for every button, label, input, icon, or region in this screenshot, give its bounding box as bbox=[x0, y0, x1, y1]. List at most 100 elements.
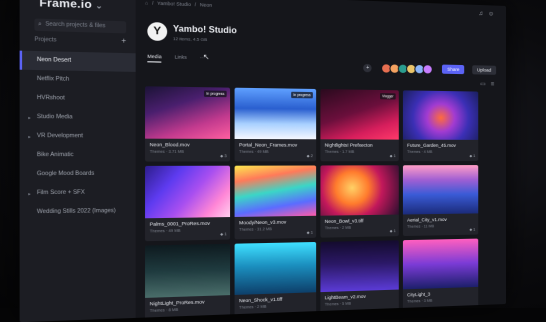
folder-icon[interactable]: ▭ bbox=[480, 82, 486, 88]
comment-count-badge: ◆ 1 bbox=[469, 227, 476, 232]
sidebar-item-label: Wedding Stills 2022 (Images) bbox=[36, 207, 116, 216]
sidebar-item[interactable]: ▸ VR Development bbox=[20, 127, 136, 146]
asset-thumbnail[interactable] bbox=[234, 241, 317, 295]
asset-card[interactable]: Moody/Neon_v3.mov Themes · 31.2 MB ◆ 1 bbox=[234, 165, 317, 240]
asset-card[interactable]: Future_Garden_45.mov Themes · 4 MB ◆ 1 bbox=[402, 90, 479, 162]
search-icon: ⌕ bbox=[38, 20, 42, 28]
upload-button[interactable]: Upload bbox=[471, 65, 497, 76]
comment-count-badge: ◆ 2 bbox=[306, 153, 313, 159]
status-badge: In progress bbox=[204, 90, 227, 98]
list-icon[interactable]: ≡ bbox=[491, 82, 494, 88]
expand-icon[interactable]: ▸ bbox=[28, 127, 30, 146]
chevron-down-icon[interactable]: ⌄ bbox=[96, 3, 103, 11]
asset-thumbnail[interactable] bbox=[234, 165, 317, 217]
page-title: Yambo! Studio bbox=[172, 23, 237, 36]
sidebar-item-label: Neon Desert bbox=[36, 56, 72, 65]
asset-name[interactable]: Neon_Bowl_v3.tiff bbox=[325, 218, 364, 224]
breadcrumb-team[interactable]: Yambo! Studio bbox=[157, 1, 191, 8]
asset-card[interactable]: CityLight_3 Themes · 3 MB bbox=[402, 238, 479, 311]
comment-count-badge: ◆ 1 bbox=[469, 153, 476, 159]
sidebar-item[interactable]: ▸ Film Score + SFX bbox=[20, 183, 136, 203]
asset-name[interactable]: CityLight_3 bbox=[407, 292, 430, 298]
sidebar-item[interactable]: Netflix Pitch bbox=[20, 70, 136, 91]
sidebar-item-label: HVRshoot bbox=[36, 94, 65, 102]
asset-meta: Themes · 11 MB bbox=[407, 224, 435, 229]
asset-thumbnail[interactable] bbox=[145, 165, 231, 219]
asset-name[interactable]: Nightlights! Prefxecton bbox=[325, 142, 373, 147]
asset-thumbnail[interactable] bbox=[402, 165, 479, 215]
asset-card[interactable]: Palms_0001_ProRes.mov Themes · 49 MB ◆ 1 bbox=[145, 165, 231, 242]
sidebar-item[interactable]: Google Mood Boards bbox=[20, 165, 136, 184]
asset-meta: Themes · 49 MB bbox=[239, 149, 269, 154]
asset-name[interactable]: Future_Garden_45.mov bbox=[407, 143, 456, 148]
asset-meta: Themes · 1.7 MB bbox=[324, 149, 355, 154]
comment-count-badge: ◆ 1 bbox=[306, 230, 313, 235]
asset-meta: Themes · 2 MB bbox=[239, 304, 267, 310]
comment-count-badge: ◆ 3 bbox=[220, 153, 227, 159]
bell-icon[interactable]: ♫ bbox=[479, 11, 483, 17]
search-input[interactable]: ⌕ Search projects & files bbox=[34, 18, 127, 34]
asset-name[interactable]: LightBeam_v2.mov bbox=[325, 294, 366, 301]
sidebar-item[interactable]: HVRshoot bbox=[20, 89, 136, 109]
asset-card[interactable]: Neon_Shock_v1.tiff Themes · 2 MB bbox=[234, 241, 317, 318]
tab-media[interactable]: Media bbox=[147, 53, 162, 63]
asset-card[interactable]: LightBeam_v2.mov Themes · 5 MB bbox=[320, 240, 399, 315]
asset-thumbnail[interactable] bbox=[320, 240, 399, 293]
breadcrumb-separator: / bbox=[152, 0, 154, 6]
asset-card[interactable]: Vlogger Nightlights! Prefxecton Themes · 1… bbox=[320, 89, 399, 162]
home-icon[interactable]: ⌂ bbox=[145, 0, 148, 6]
asset-card[interactable]: In progress Portal_Neon_Frames.mov Themes … bbox=[234, 87, 317, 162]
status-badge: In progress bbox=[291, 91, 313, 99]
team-bar: + Share Upload bbox=[363, 59, 497, 77]
view-toggle: ▭ ≡ bbox=[475, 80, 494, 88]
add-member-button[interactable]: + bbox=[363, 63, 372, 73]
breadcrumb-project[interactable]: Neon bbox=[200, 2, 212, 8]
page-subtitle: 12 items, 4.5 GB bbox=[172, 35, 208, 43]
breadcrumb-separator: / bbox=[194, 1, 197, 8]
asset-name[interactable]: Neon_Blood.mov bbox=[150, 142, 190, 148]
comment-count-badge: ◆ 1 bbox=[389, 229, 396, 234]
asset-grid: In progress Neon_Blood.mov Themes · 3.71 M… bbox=[145, 86, 479, 321]
asset-card[interactable]: In progress Neon_Blood.mov Themes · 3.71 M… bbox=[145, 86, 231, 162]
asset-name[interactable]: Aerial_City_v1.mov bbox=[407, 217, 447, 223]
asset-name[interactable]: Moody/Neon_v3.mov bbox=[239, 219, 286, 225]
asset-meta: Themes · 31.2 MB bbox=[239, 227, 272, 232]
asset-name[interactable]: Portal_Neon_Frames.mov bbox=[239, 142, 297, 147]
team-logo: Y bbox=[147, 21, 168, 42]
asset-card[interactable]: Neon_Bowl_v3.tiff Themes · 2 MB ◆ 1 bbox=[320, 165, 399, 238]
asset-meta: Themes · 2 MB bbox=[324, 225, 352, 231]
asset-thumbnail[interactable] bbox=[402, 238, 479, 290]
sidebar-item-label: VR Development bbox=[36, 132, 83, 140]
sidebar-item-label: Netflix Pitch bbox=[36, 75, 70, 83]
asset-name[interactable]: Palms_0001_ProRes.mov bbox=[150, 221, 210, 227]
asset-thumbnail[interactable] bbox=[320, 165, 399, 216]
asset-name[interactable]: Neon_Shock_v1.tiff bbox=[239, 297, 282, 304]
asset-thumbnail[interactable] bbox=[145, 243, 231, 298]
user-icon[interactable]: ☺ bbox=[488, 11, 494, 17]
share-button[interactable]: Share bbox=[442, 64, 465, 75]
sidebar-item[interactable]: Neon Desert bbox=[19, 50, 136, 72]
brand-logo[interactable]: Frame.io ⌄ bbox=[39, 0, 102, 12]
brand-name: Frame.io bbox=[39, 0, 92, 12]
sidebar-item[interactable]: Wedding Stills 2022 (Images) bbox=[20, 202, 136, 222]
add-project-button[interactable]: + bbox=[121, 38, 126, 46]
avatar[interactable] bbox=[422, 63, 433, 75]
sidebar-item-label: Studio Media bbox=[36, 113, 73, 121]
asset-name[interactable]: NightLight_ProRes.mov bbox=[150, 299, 205, 306]
asset-card[interactable]: NightLight_ProRes.mov Themes · 8 MB bbox=[145, 243, 231, 321]
header-icons: ♫ ☺ bbox=[474, 11, 495, 18]
sidebar-item-label: Google Mood Boards bbox=[36, 170, 95, 178]
projects-label: Projects bbox=[34, 36, 57, 44]
avatar-stack bbox=[380, 59, 433, 77]
comment-count-badge: ◆ 1 bbox=[389, 153, 396, 159]
sidebar-item[interactable]: ▸ Studio Media bbox=[20, 108, 136, 128]
mouse-cursor-icon: ↖ bbox=[202, 53, 210, 62]
expand-icon[interactable]: ▸ bbox=[28, 108, 30, 127]
asset-card[interactable]: Aerial_City_v1.mov Themes · 11 MB ◆ 1 bbox=[402, 165, 479, 237]
photo-background: Frame.io ⌄ ⌕ Search projects & files Proje… bbox=[0, 0, 546, 322]
sidebar-item[interactable]: Bike Animatic bbox=[20, 146, 136, 165]
asset-thumbnail[interactable] bbox=[402, 90, 479, 140]
tab-links[interactable]: Links bbox=[175, 54, 187, 62]
asset-meta: Themes · 3 MB bbox=[407, 298, 433, 304]
expand-icon[interactable]: ▸ bbox=[28, 184, 30, 203]
